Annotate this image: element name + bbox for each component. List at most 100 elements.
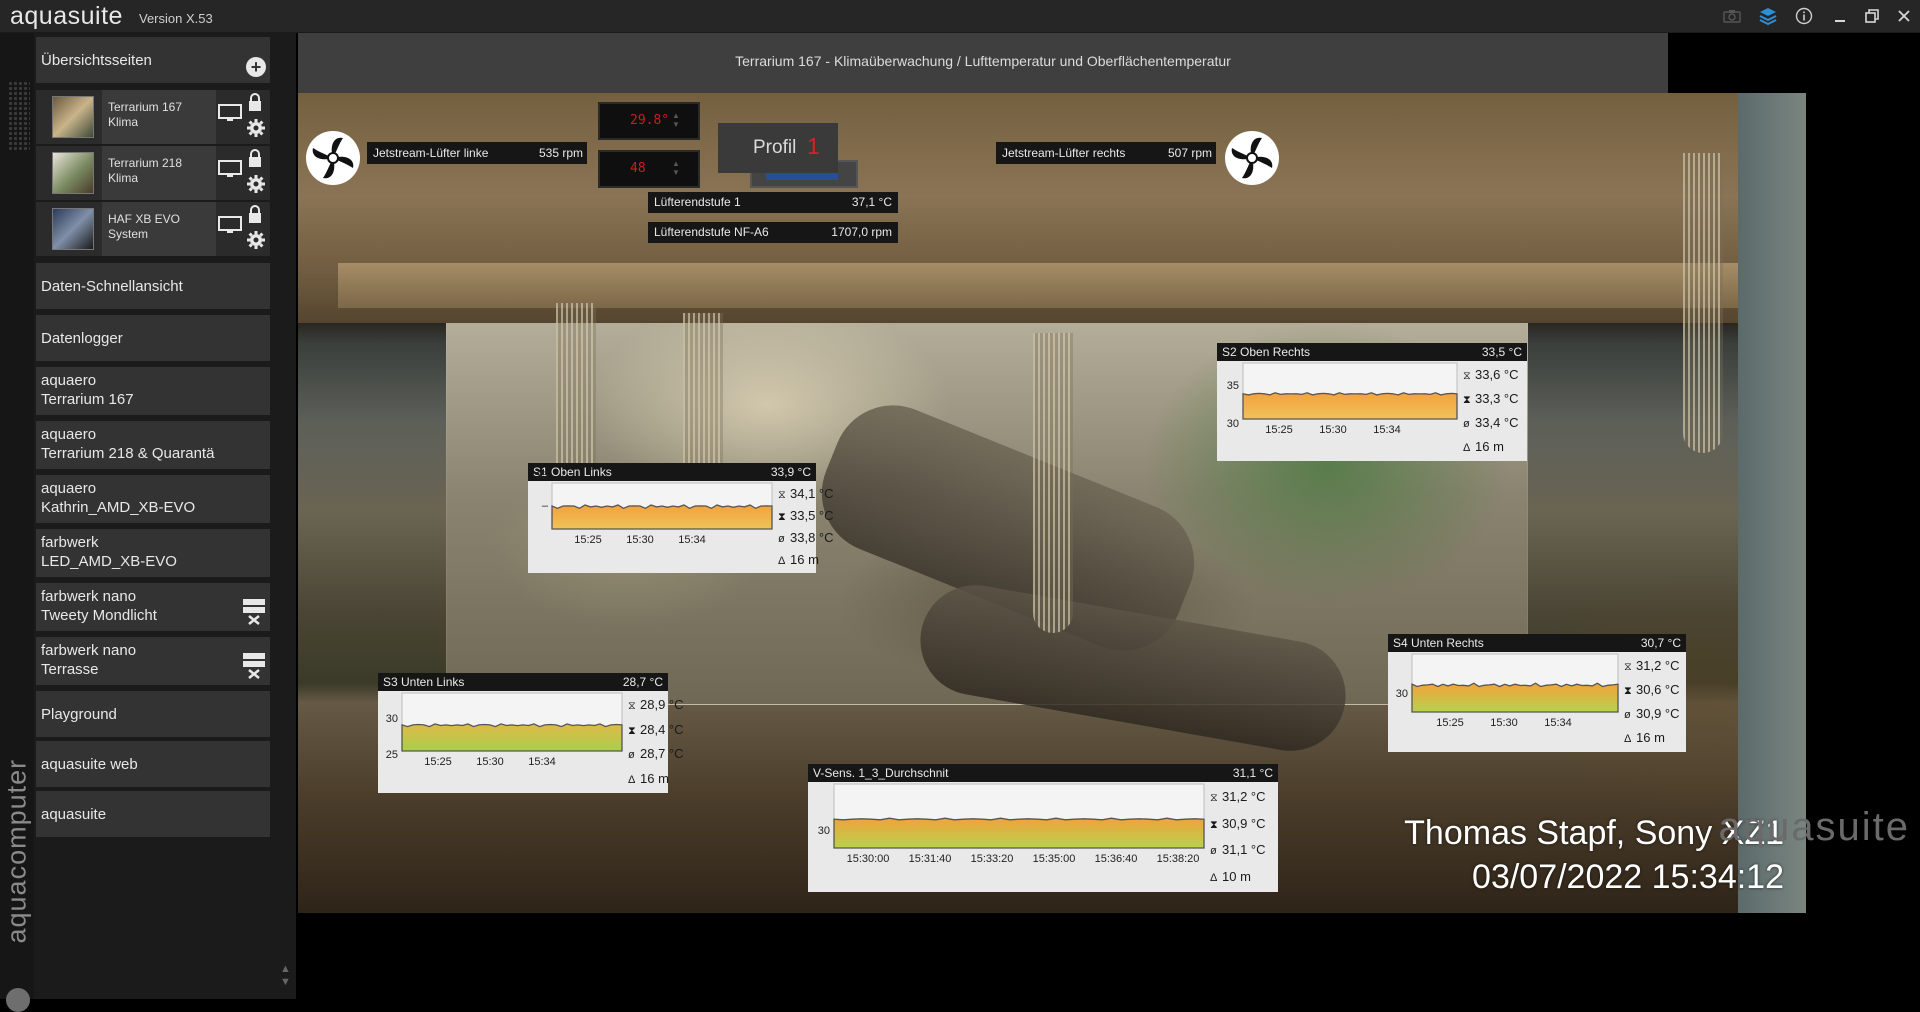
widget-stat-avg: ø 30,9 °C bbox=[1624, 706, 1680, 721]
sidebar-item-label: farbwerk bbox=[41, 534, 99, 551]
chart-series-area bbox=[401, 723, 623, 752]
layers-icon[interactable] bbox=[1753, 3, 1783, 29]
widget-stat-min: ⧗ 33,3 °C bbox=[1463, 391, 1519, 407]
lock-icon[interactable] bbox=[247, 204, 263, 224]
span-icon: Δ bbox=[1624, 733, 1632, 745]
monitor-icon[interactable] bbox=[218, 216, 242, 234]
sidebar-item-aquasuite-web[interactable]: aquasuite web bbox=[36, 741, 270, 787]
chart-x-tick: 15:31:40 bbox=[909, 853, 952, 865]
cabinet-edge bbox=[338, 263, 1758, 308]
app-name: aquasuite bbox=[10, 2, 123, 30]
sidebar-item-datalogger[interactable]: Datenlogger bbox=[36, 315, 270, 361]
widget-stat-value: 30,9 °C bbox=[1636, 706, 1680, 721]
fan-left-value: 535 rpm bbox=[538, 146, 583, 160]
widget-stat-max: ⧖ 34,1 °C bbox=[778, 486, 834, 502]
restore-icon[interactable] bbox=[1857, 3, 1887, 29]
monitor-icon[interactable] bbox=[218, 160, 242, 178]
page-thumbnail bbox=[52, 96, 94, 138]
sidebar-item-farbwerk-nano-terrasse[interactable]: farbwerk nano Terrasse bbox=[36, 637, 270, 685]
sidebar-item-aquasuite[interactable]: aquasuite bbox=[36, 791, 270, 837]
updown-arrows-icon: ▲ ▼ bbox=[672, 111, 680, 129]
display-value: 48 bbox=[630, 161, 646, 176]
fan-icon[interactable] bbox=[1224, 130, 1280, 186]
gear-icon[interactable] bbox=[246, 118, 266, 138]
max-icon: ⧖ bbox=[1210, 792, 1218, 805]
chart-y-tick: 30 bbox=[386, 713, 398, 725]
avg-icon: ø bbox=[1463, 418, 1470, 430]
page-subtitle: Klima bbox=[108, 171, 139, 185]
fan-stage-rpm-label: Lüfterendstufe NF-A6 bbox=[654, 225, 769, 239]
fan-left-label: Jetstream-Lüfter linke bbox=[373, 146, 489, 160]
gear-icon[interactable] bbox=[246, 174, 266, 194]
monitor-icon[interactable] bbox=[218, 104, 242, 122]
minimize-icon[interactable] bbox=[1825, 3, 1855, 29]
fan-icon[interactable] bbox=[305, 130, 361, 186]
widget-stat-value: 28,9 °C bbox=[640, 697, 684, 713]
profile-indicator[interactable]: Profil 1 bbox=[718, 123, 838, 173]
overview-page-item[interactable]: Terrarium 167 Klima bbox=[36, 90, 270, 144]
widget-stat-value: 33,6 °C bbox=[1475, 367, 1519, 382]
chart-series-area bbox=[1242, 392, 1458, 420]
widget-stat-value: 16 m bbox=[1475, 439, 1504, 454]
sidebar-item-playground[interactable]: Playground bbox=[36, 691, 270, 737]
close-icon[interactable] bbox=[1889, 3, 1919, 29]
widget-stat-span: Δ 16 m bbox=[1624, 730, 1665, 745]
chart-series-area bbox=[1411, 682, 1619, 713]
lock-icon[interactable] bbox=[247, 148, 263, 168]
sidebar-item-aquaero-kathrin[interactable]: aquaero Kathrin_AMD_XB-EVO bbox=[36, 475, 270, 523]
max-icon: ⧖ bbox=[778, 489, 786, 501]
sidebar-item-label: farbwerk nano bbox=[41, 588, 137, 605]
chart-x-tick: 15:34 bbox=[1544, 717, 1572, 729]
sensor-widget-s2[interactable]: S2 Oben Rechts 33,5 °C 35 30 15:25 15:30 15:34… bbox=[1217, 343, 1527, 461]
sidebar-item-label: aquaero bbox=[41, 372, 97, 389]
gear-icon[interactable] bbox=[246, 230, 266, 250]
sidebar-item-farbwerk-led[interactable]: farbwerk LED_AMD_XB-EVO bbox=[36, 529, 270, 577]
sidebar-item-label: aquasuite bbox=[41, 805, 107, 823]
sidebar-item-aquaero-terrarium-167[interactable]: aquaero Terrarium 167 bbox=[36, 367, 270, 415]
widget-stat-value: 34,1 °C bbox=[790, 486, 834, 501]
sidebar-item-farbwerk-nano-tweety[interactable]: farbwerk nano Tweety Mondlicht bbox=[36, 583, 270, 631]
widget-stat-value: 33,8 °C bbox=[790, 530, 834, 545]
brand-logo-icon bbox=[6, 988, 30, 1012]
widget-chart: 35 – 15:25 15:30 15:34 bbox=[536, 470, 773, 546]
overview-page-label: HAF XB EVO System bbox=[102, 202, 216, 256]
span-icon: Δ bbox=[628, 773, 636, 786]
chart-x-tick: 15:34 bbox=[528, 756, 556, 768]
hanging-moss bbox=[1683, 153, 1723, 453]
lock-icon[interactable] bbox=[247, 92, 263, 112]
sensor-widget-s3[interactable]: S3 Unten Links 28,7 °C 30 25 15:25 15:30 15:34… bbox=[378, 673, 684, 793]
sidebar-item-aquaero-terrarium-218[interactable]: aquaero Terrarium 218 & Quarantä bbox=[36, 421, 270, 469]
sidebar-item-label: Daten-Schnellansicht bbox=[41, 277, 183, 295]
profile-number: 1 bbox=[807, 133, 820, 159]
camera-icon[interactable] bbox=[1717, 3, 1747, 29]
chart-x-tick: 15:30 bbox=[1490, 717, 1518, 729]
overview-page-item[interactable]: HAF XB EVO System bbox=[36, 202, 270, 256]
device-settings-icon[interactable] bbox=[242, 597, 266, 625]
widget-stat-span: Δ 16 m bbox=[778, 552, 819, 567]
widget-stat-value: 31,2 °C bbox=[1222, 789, 1266, 805]
sensor-widget-s1[interactable]: S1 Oben Links 33,9 °C 35–15:25 15:30 15:34 ⧖ 3… bbox=[528, 463, 834, 573]
sidebar-item-sublabel: Terrarium 218 & Quarantä bbox=[41, 445, 215, 462]
info-icon[interactable] bbox=[1789, 3, 1819, 29]
sidebar-item-data-quickview[interactable]: Daten-Schnellansicht bbox=[36, 263, 270, 309]
max-icon: ⧖ bbox=[628, 700, 636, 713]
chart-series-area bbox=[551, 504, 773, 530]
sidebar-item-sublabel: Kathrin_AMD_XB-EVO bbox=[41, 499, 196, 516]
watermark-logo: aquasuite bbox=[1718, 805, 1910, 849]
overview-pages-header[interactable]: Übersichtsseiten + bbox=[36, 37, 270, 83]
page-header: Terrarium 167 - Klimaüberwachung / Luftt… bbox=[298, 33, 1668, 93]
device-settings-icon[interactable] bbox=[242, 651, 266, 679]
widget-stat-value: 28,4 °C bbox=[640, 721, 684, 737]
sensor-widget-s4[interactable]: S4 Unten Rechts 30,7 °C 30 15:25 15:30 15:34 ⧖… bbox=[1388, 634, 1686, 752]
overview-page-item[interactable]: Terrarium 218 Klima bbox=[36, 146, 270, 200]
widget-stat-min: ⧗ 30,6 °C bbox=[1624, 682, 1680, 698]
page-name: Terrarium 218 bbox=[108, 156, 183, 170]
page-title: Terrarium 167 - Klimaüberwachung / Luftt… bbox=[735, 53, 1231, 69]
scroll-arrows-icon[interactable]: ▲ ▼ bbox=[280, 963, 291, 989]
widget-stat-value: 31,2 °C bbox=[1636, 658, 1680, 673]
add-page-icon[interactable]: + bbox=[246, 57, 266, 77]
widget-stat-span: Δ 16 m bbox=[1463, 439, 1504, 454]
chart-y-tick: 35 bbox=[536, 470, 548, 482]
temperature-display: 29.8° ▲ ▼ bbox=[598, 102, 700, 140]
chart-x-tick: 15:25 bbox=[574, 534, 602, 546]
